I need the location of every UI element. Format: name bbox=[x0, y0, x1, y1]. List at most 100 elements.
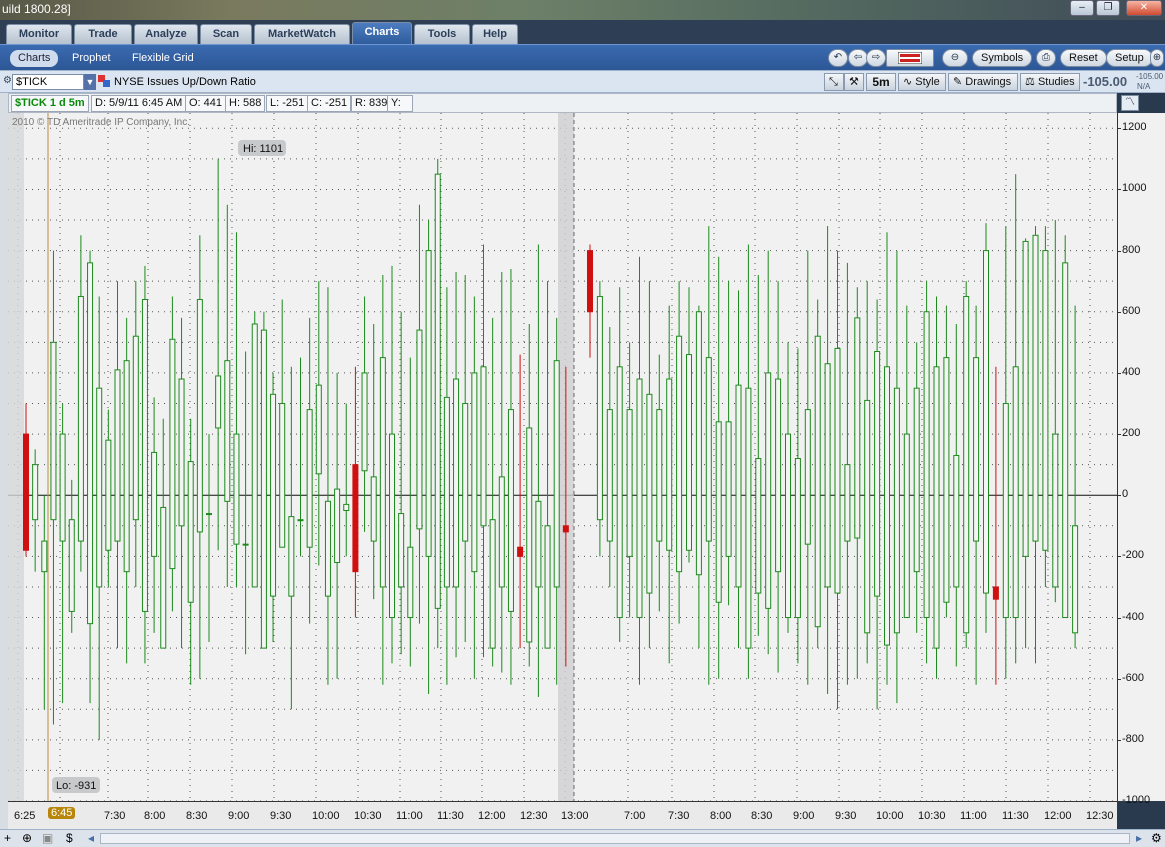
more-icon[interactable]: ⊕ bbox=[1150, 49, 1164, 67]
drawings-button[interactable]: ✎ Drawings bbox=[948, 73, 1018, 91]
price-change: N/A bbox=[1137, 82, 1151, 91]
drawings-label: Drawings bbox=[965, 76, 1012, 88]
candle-up bbox=[1052, 433, 1059, 588]
y-tick-label: 400 bbox=[1122, 365, 1141, 378]
tab-marketwatch[interactable]: MarketWatch bbox=[254, 24, 350, 44]
tab-scan[interactable]: Scan bbox=[200, 24, 252, 44]
candle-up bbox=[489, 519, 496, 649]
zoom-in-icon[interactable]: + bbox=[4, 831, 11, 845]
subtab-flexible-grid[interactable]: Flexible Grid bbox=[124, 50, 202, 67]
y-tick-label: 600 bbox=[1122, 304, 1141, 317]
reset-button[interactable]: Reset bbox=[1060, 49, 1107, 67]
candle-up bbox=[306, 409, 313, 548]
info-range: R: 839 bbox=[351, 95, 392, 112]
close-button[interactable]: ✕ bbox=[1126, 0, 1162, 16]
x-tick-label: 11:00 bbox=[960, 810, 987, 822]
info-symbol-period: $TICK 1 d 5m bbox=[11, 95, 89, 112]
tab-analyze[interactable]: Analyze bbox=[134, 24, 198, 44]
tab-charts[interactable]: Charts bbox=[352, 22, 412, 44]
candle-up bbox=[745, 387, 752, 649]
chart-area[interactable]: Hi: 1101 Lo: -931 2010 © TD Ameritrade IP… bbox=[8, 113, 1117, 802]
style-icon: ∿ bbox=[903, 76, 913, 88]
style-button[interactable]: ∿ Style bbox=[898, 73, 946, 91]
info-high: H: 588 bbox=[225, 95, 266, 112]
link-icon[interactable]: ⊖ bbox=[942, 49, 968, 67]
back-arrow-icon[interactable]: ⇦ bbox=[848, 49, 868, 67]
y-tick-mark bbox=[1118, 128, 1121, 130]
title-bar: uild 1800.28] – ❐ ✕ bbox=[0, 0, 1165, 20]
style-label: Style bbox=[915, 76, 940, 88]
studies-icon: ⚖ bbox=[1025, 76, 1035, 88]
x-tick-label: 12:30 bbox=[520, 810, 548, 822]
candle-up bbox=[943, 357, 950, 603]
minimize-button[interactable]: – bbox=[1070, 0, 1094, 16]
candle-up bbox=[251, 323, 258, 588]
y-tick-mark bbox=[1118, 556, 1121, 558]
price-axis[interactable]: 1200 1000 800 600 400 200 0 -200 -400 -600 -800 -10… bbox=[1117, 113, 1165, 806]
tab-tools[interactable]: Tools bbox=[414, 24, 470, 44]
pencil-icon: ✎ bbox=[953, 76, 963, 88]
candle-up bbox=[824, 363, 831, 588]
high-label: Hi: 1101 bbox=[238, 140, 286, 156]
candlestick-chart[interactable]: Hi: 1101 Lo: -931 bbox=[8, 113, 1117, 802]
settings-gear-icon[interactable]: ⚙ bbox=[1151, 831, 1162, 845]
tab-help[interactable]: Help bbox=[472, 24, 518, 44]
x-tick-label: 10:00 bbox=[876, 810, 904, 822]
undo-icon[interactable]: ↶ bbox=[828, 49, 848, 67]
candle-up bbox=[616, 366, 623, 619]
subtab-prophet[interactable]: Prophet bbox=[64, 50, 119, 67]
candle-up bbox=[279, 402, 286, 548]
y-tick-label: 0 bbox=[1122, 488, 1129, 501]
candle-up bbox=[814, 335, 821, 628]
tools-icon[interactable]: ⚒ bbox=[844, 73, 864, 91]
candle-up bbox=[87, 262, 94, 625]
pre-session-band bbox=[8, 113, 24, 801]
candle-up bbox=[379, 357, 386, 588]
forward-arrow-icon[interactable]: ⇨ bbox=[866, 49, 886, 67]
scroll-left-icon[interactable]: ◂ bbox=[88, 831, 94, 845]
horizontal-scrollbar[interactable] bbox=[100, 833, 1130, 844]
candle-down bbox=[562, 525, 569, 533]
candle-up bbox=[1032, 234, 1039, 542]
candle-down bbox=[587, 250, 593, 313]
y-tick-label: -1000 bbox=[1122, 794, 1151, 806]
maximize-button[interactable]: ❐ bbox=[1096, 0, 1120, 16]
studies-button[interactable]: ⚖ Studies bbox=[1020, 73, 1080, 91]
timeframe-button[interactable]: 5m bbox=[866, 73, 896, 91]
candle-up bbox=[973, 357, 980, 542]
symbols-button[interactable]: Symbols bbox=[972, 49, 1033, 67]
zoom-out-icon[interactable]: ▣ bbox=[42, 831, 53, 845]
candle-up bbox=[233, 433, 240, 545]
dollar-icon[interactable]: $ bbox=[66, 831, 73, 845]
candle-up bbox=[425, 250, 432, 557]
layout-grid-icon[interactable] bbox=[886, 49, 934, 67]
candle-up bbox=[141, 299, 148, 612]
crosshair-icon[interactable]: ⤡ bbox=[824, 73, 844, 91]
print-icon[interactable]: ⎙ bbox=[1036, 49, 1056, 67]
zoom-fit-icon[interactable]: ⊕ bbox=[22, 831, 32, 845]
scroll-right-icon[interactable]: ▸ bbox=[1136, 831, 1142, 845]
candle-up bbox=[526, 427, 533, 643]
chart-type-icon[interactable]: 〽 bbox=[1121, 95, 1139, 111]
time-axis[interactable]: 6:25 6:45 7:30 8:00 8:30 9:00 9:30 10:00 10:30 11… bbox=[8, 801, 1117, 829]
symbol-input[interactable]: $TICK bbox=[12, 74, 84, 90]
bottom-bar: + ⊕ ▣ $ ◂ ▸ ⚙ bbox=[0, 829, 1165, 847]
y-tick-label: -600 bbox=[1122, 671, 1145, 684]
x-tick-label: 13:00 bbox=[561, 810, 589, 822]
candle-up bbox=[443, 396, 450, 588]
candle-up bbox=[434, 173, 441, 609]
subtab-charts[interactable]: Charts bbox=[10, 50, 59, 67]
symbol-dropdown-icon[interactable]: ▼ bbox=[84, 74, 96, 90]
tab-trade[interactable]: Trade bbox=[74, 24, 132, 44]
info-close: C: -251 bbox=[307, 95, 352, 112]
candle-up bbox=[646, 393, 653, 594]
y-tick-mark bbox=[1118, 678, 1121, 680]
candle-up bbox=[705, 357, 712, 542]
tab-monitor[interactable]: Monitor bbox=[6, 24, 72, 44]
candle-up bbox=[361, 372, 368, 472]
copyright-text: 2010 © TD Ameritrade IP Company, Inc. bbox=[12, 117, 191, 128]
candle-up bbox=[215, 375, 222, 429]
setup-button[interactable]: Setup bbox=[1106, 49, 1153, 67]
candle-up bbox=[123, 360, 130, 573]
main-tab-bar: Monitor Trade Analyze Scan MarketWatch C… bbox=[0, 20, 1165, 44]
